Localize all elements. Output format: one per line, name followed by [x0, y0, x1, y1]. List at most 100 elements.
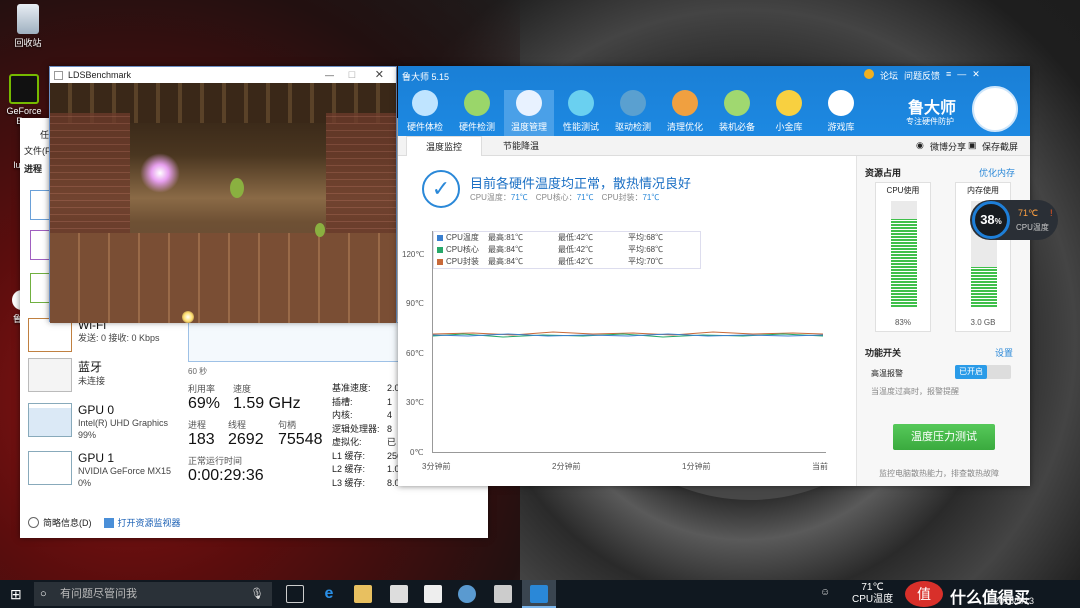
file-explorer-icon[interactable] [354, 585, 372, 603]
widget-pct-sign: % [994, 217, 1002, 226]
maximize-icon[interactable]: ☐ [348, 67, 356, 83]
weibo-share[interactable]: 微博分享 [930, 140, 966, 153]
windows-start-icon[interactable]: ⊞ [10, 586, 22, 603]
mascot-avatar [972, 86, 1018, 132]
microphone-icon[interactable]: 🎙 [250, 582, 264, 606]
tm-item-gpu0[interactable]: GPU 0 Intel(R) UHD Graphics 99% [28, 403, 200, 441]
chevron-up-icon[interactable] [28, 517, 39, 528]
legend-max: 最高:81℃ [488, 233, 524, 242]
minimize-icon[interactable]: — [957, 69, 966, 82]
nav-clean[interactable]: 清理优化 [660, 90, 710, 133]
x-tick: 3分钟前 [422, 462, 451, 471]
brief-info-link[interactable]: 简略信息(D) [43, 516, 92, 529]
mail-icon[interactable] [424, 585, 442, 603]
legend-max: 最高:84℃ [488, 257, 524, 266]
stress-test-button[interactable]: 温度压力测试 [893, 424, 995, 450]
optimize-memory-link[interactable]: 优化内存 [979, 166, 1015, 179]
x-tick: 当前 [812, 462, 828, 471]
nav-hardware-check[interactable]: 硬件体检 [400, 90, 450, 133]
spec-value: 4 [387, 410, 393, 420]
nav-games[interactable]: 游戏库 [816, 90, 866, 133]
tm-item-gpu1[interactable]: GPU 1 NVIDIA GeForce MX15 0% [28, 451, 200, 489]
nav-essentials[interactable]: 装机必备 [712, 90, 762, 133]
thread-label: 线程 [228, 420, 247, 430]
tm-item-wifi[interactable]: Wi-Fi 发送: 0 接收: 0 Kbps [28, 318, 200, 352]
monitor-icon [412, 90, 438, 116]
nav-hardware-detect[interactable]: 硬件检测 [452, 90, 502, 133]
tm-thumb-cpu[interactable] [30, 190, 50, 220]
forum-link[interactable]: 论坛 [880, 69, 898, 82]
legend-name: CPU封装 [446, 257, 479, 266]
spec-value: 1 [387, 396, 393, 407]
edge-icon[interactable]: e [320, 585, 338, 603]
status-label: CPU温度： [470, 193, 511, 202]
ldsbenchmark-window: LDSBenchmark — ☐ ✕ [49, 66, 397, 323]
alarm-desc: 当温度过高时，报警提醒 [871, 387, 959, 396]
status-value: 71℃ [510, 193, 528, 202]
task-view-icon[interactable] [286, 585, 304, 603]
menu-icon[interactable]: ≡ [946, 69, 951, 82]
functions-title: 功能开关 [865, 348, 902, 358]
widget-temp: 71℃ [1018, 208, 1039, 218]
tm-item-bluetooth[interactable]: 蓝牙 未连接 [28, 358, 200, 392]
gpu0-usage: 99% [78, 430, 97, 440]
tray-temp-label: CPU温度 [852, 594, 894, 605]
ludashi-taskbar-icon[interactable] [458, 585, 476, 603]
gold-icon [776, 90, 802, 116]
legend-swatch [437, 247, 443, 253]
thread-value: 2692 [228, 431, 264, 448]
close-icon[interactable]: ✕ [375, 67, 384, 83]
tm-thumb-disk[interactable] [30, 273, 50, 303]
speed-value: 1.59 GHz [233, 395, 301, 412]
legend-row: CPU封装 最高:84℃ 最低:42℃ 平均:70℃ [434, 256, 700, 268]
nav-vault[interactable]: 小金库 [764, 90, 814, 133]
y-tick: 0℃ [410, 448, 424, 457]
settings-link[interactable]: 设置 [995, 346, 1013, 359]
cpu-usage-card: CPU使用 83% [875, 182, 931, 332]
legend-avg: 平均:68℃ [628, 245, 664, 254]
save-screenshot[interactable]: 保存截屏 [982, 140, 1018, 153]
nav-label: 游戏库 [827, 122, 855, 132]
x-tick: 1分钟前 [682, 462, 711, 471]
floating-monitor-widget[interactable]: 38% 71℃ ! CPU温度 [970, 200, 1058, 240]
smzdm-logo: 值 [905, 581, 943, 607]
task-manager-taskbar-icon[interactable] [494, 585, 512, 603]
tray-cpu-temp[interactable]: 71℃ CPU温度 [852, 582, 893, 606]
brand-sub: 专注硬件防护 [906, 117, 954, 126]
spec-label: 基准速度: [332, 383, 371, 393]
handle-value: 75548 [278, 431, 323, 448]
nav-temperature[interactable]: 温度管理 [504, 90, 554, 136]
recycle-bin-icon[interactable]: 回收站 [6, 4, 50, 49]
share-bar: ◉ 微博分享 ▣ 保存截屏 [856, 136, 1030, 156]
alarm-toggle[interactable]: 已开启 [955, 365, 1011, 379]
store-icon[interactable] [390, 585, 408, 603]
lds-taskbar-button[interactable] [522, 580, 556, 608]
people-icon[interactable]: ☺ [820, 587, 830, 598]
util-label: 利用率 [188, 384, 216, 394]
alarm-label: 高温报警 [871, 369, 903, 378]
nav-performance[interactable]: 性能测试 [556, 90, 606, 133]
nav-driver[interactable]: 驱动检测 [608, 90, 658, 133]
status-value: 71℃ [576, 193, 594, 202]
mem-bar-fill [971, 266, 997, 307]
minimize-icon[interactable]: — [325, 67, 334, 83]
gpu1-sub: NVIDIA GeForce MX15 [78, 466, 172, 476]
y-tick: 90℃ [406, 299, 424, 308]
nav-label: 驱动检测 [614, 122, 651, 132]
close-icon[interactable]: ✕ [972, 69, 980, 82]
chart-legend: CPU温度 最高:81℃ 最低:42℃ 平均:68℃ CPU核心 最高:84℃ … [433, 231, 701, 269]
gamepad-icon [828, 90, 854, 116]
tm-thumb-mem[interactable] [30, 230, 50, 260]
legend-row: CPU核心 最高:84℃ 最低:42℃ 平均:68℃ [434, 244, 700, 256]
search-box[interactable]: ○ 有问题尽管问我 🎙 [34, 582, 272, 606]
taskbar-date[interactable]: 2018/5/13 [994, 596, 1034, 606]
wifi-graph [28, 318, 72, 352]
tab-temp-monitor[interactable]: 温度监控 [406, 136, 482, 156]
feedback-link[interactable]: 问题反馈 [904, 69, 940, 82]
tray-temp-value: 71℃ [861, 582, 884, 593]
medal-icon[interactable] [864, 69, 874, 79]
open-resource-monitor-link[interactable]: 打开资源监视器 [118, 516, 181, 529]
y-tick: 60℃ [406, 349, 424, 358]
alarm-toggle-state: 已开启 [955, 365, 987, 379]
tab-energy-saving[interactable]: 节能降温 [486, 136, 556, 156]
